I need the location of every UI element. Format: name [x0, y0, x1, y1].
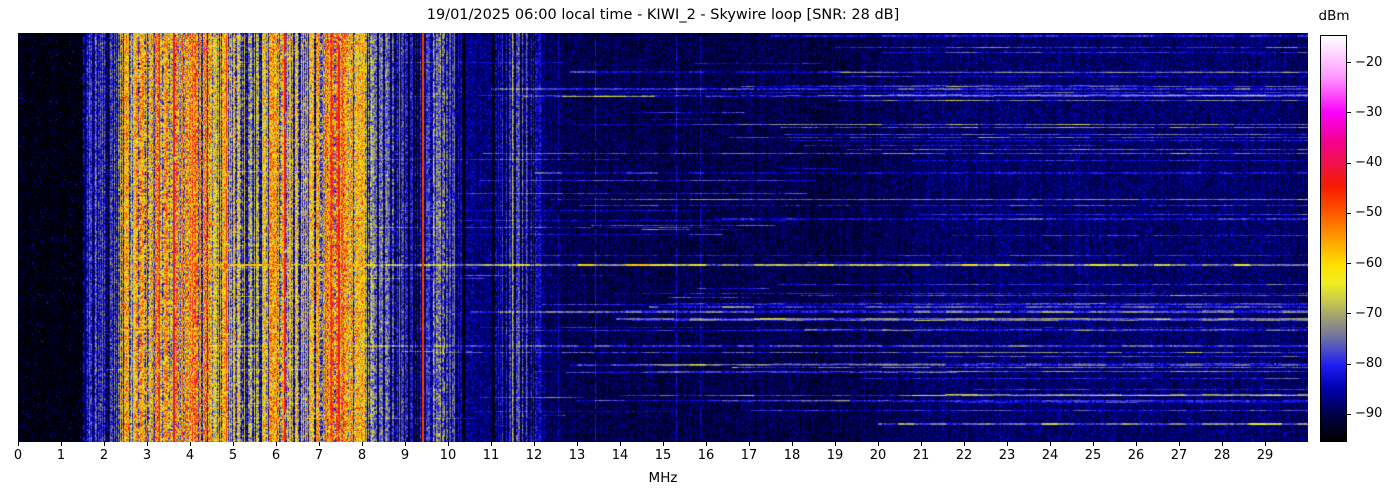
x-tick-mark [619, 442, 621, 446]
x-tick-label: 25 [1084, 448, 1102, 463]
x-tick-mark [490, 442, 492, 446]
x-tick-mark [447, 442, 449, 446]
x-tick-mark [576, 442, 578, 446]
x-tick-mark [748, 442, 750, 446]
x-tick-mark [146, 442, 148, 446]
x-tick-mark [1221, 442, 1223, 446]
colorbar-tick-mark [1347, 363, 1351, 365]
x-tick-mark [361, 442, 363, 446]
x-tick-label: 2 [99, 448, 109, 463]
x-tick-mark [318, 442, 320, 446]
x-tick-label: 18 [783, 448, 801, 463]
colorbar-tick-mark [1347, 112, 1351, 114]
x-tick-label: 27 [1170, 448, 1188, 463]
x-tick-mark [1264, 442, 1266, 446]
x-tick-mark [1049, 442, 1051, 446]
x-tick-label: 12 [525, 448, 543, 463]
colorbar-tick-label: −70 [1355, 305, 1383, 321]
x-tick-mark [705, 442, 707, 446]
x-tick-label: 6 [271, 448, 281, 463]
colorbar-tick-label: −30 [1355, 104, 1383, 120]
x-tick-mark [60, 442, 62, 446]
x-tick-mark [103, 442, 105, 446]
x-tick-label: 11 [482, 448, 500, 463]
colorbar-tick-mark [1347, 313, 1351, 315]
x-tick-label: 0 [13, 448, 23, 463]
spectrogram-heatmap [18, 33, 1308, 442]
colorbar-tick-mark [1347, 62, 1351, 64]
colorbar-tick-label: −60 [1355, 255, 1383, 271]
colorbar-gradient [1320, 35, 1347, 442]
x-tick-label: 13 [568, 448, 586, 463]
x-tick-label: 17 [740, 448, 758, 463]
x-tick-label: 28 [1213, 448, 1231, 463]
colorbar-tick-mark [1347, 413, 1351, 415]
colorbar-tick-mark [1347, 162, 1351, 164]
x-tick-mark [404, 442, 406, 446]
colorbar-tick-mark [1347, 212, 1351, 214]
colorbar-tick-label: −40 [1355, 155, 1383, 171]
x-tick-label: 1 [56, 448, 66, 463]
colorbar-tick-label: −50 [1355, 205, 1383, 221]
x-tick-mark [791, 442, 793, 446]
x-tick-label: 19 [826, 448, 844, 463]
x-tick-label: 15 [654, 448, 672, 463]
x-tick-label: 21 [912, 448, 930, 463]
colorbar-tick-label: −90 [1355, 406, 1383, 422]
x-tick-mark [189, 442, 191, 446]
x-tick-label: 3 [142, 448, 152, 463]
x-tick-label: 10 [439, 448, 457, 463]
x-tick-label: 23 [998, 448, 1016, 463]
x-tick-label: 22 [955, 448, 973, 463]
x-tick-mark [877, 442, 879, 446]
x-tick-mark [1135, 442, 1137, 446]
x-tick-mark [1092, 442, 1094, 446]
chart-title: 19/01/2025 06:00 local time - KIWI_2 - S… [426, 7, 900, 23]
x-tick-mark [17, 442, 19, 446]
x-tick-mark [275, 442, 277, 446]
x-tick-label: 4 [185, 448, 195, 463]
x-tick-label: 26 [1127, 448, 1145, 463]
spectrogram-figure: 19/01/2025 06:00 local time - KIWI_2 - S… [0, 0, 1400, 500]
x-tick-label: 20 [869, 448, 887, 463]
x-tick-mark [834, 442, 836, 446]
x-axis-label: MHz [648, 470, 678, 486]
x-tick-mark [1006, 442, 1008, 446]
x-tick-mark [662, 442, 664, 446]
x-tick-label: 14 [611, 448, 629, 463]
x-tick-label: 7 [314, 448, 324, 463]
colorbar-tick-label: −20 [1355, 54, 1383, 70]
x-tick-mark [963, 442, 965, 446]
x-tick-label: 8 [357, 448, 367, 463]
x-tick-label: 24 [1041, 448, 1059, 463]
colorbar-unit-label: dBm [1318, 8, 1350, 24]
colorbar-tick-mark [1347, 263, 1351, 265]
x-tick-mark [1178, 442, 1180, 446]
x-tick-label: 5 [228, 448, 238, 463]
x-tick-label: 16 [697, 448, 715, 463]
x-tick-mark [920, 442, 922, 446]
x-tick-mark [232, 442, 234, 446]
colorbar-tick-label: −80 [1355, 356, 1383, 372]
x-tick-mark [533, 442, 535, 446]
x-tick-label: 29 [1256, 448, 1274, 463]
x-tick-label: 9 [400, 448, 410, 463]
